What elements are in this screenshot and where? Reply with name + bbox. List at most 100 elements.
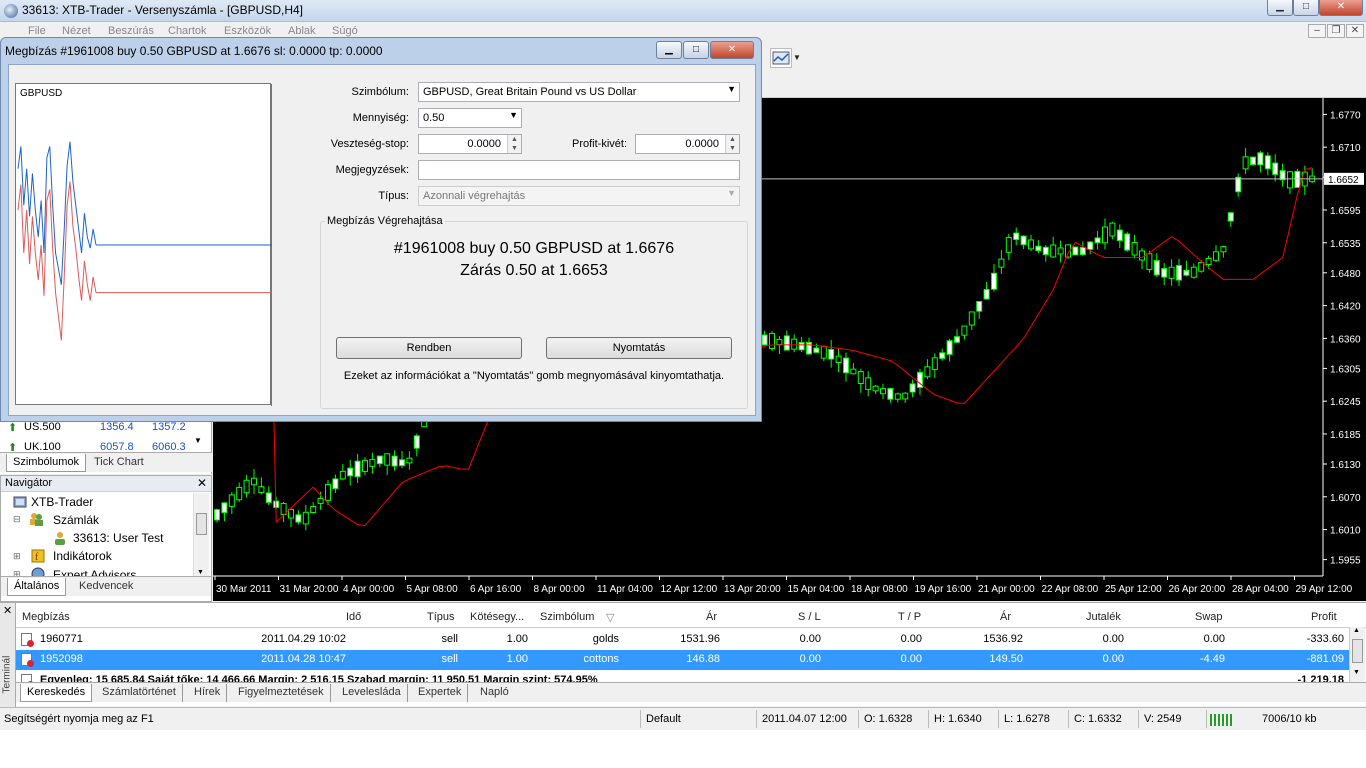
price-axis-label: 1.6245 (1330, 397, 1361, 408)
navigator-scrollbar[interactable]: ▼ (193, 493, 209, 583)
accounts-icon (30, 513, 43, 526)
bear-candle (880, 388, 886, 395)
menu-view[interactable]: Nézet (62, 25, 91, 37)
col-price[interactable]: Ár (706, 611, 717, 623)
dialog-close-button[interactable]: ✕ (710, 41, 754, 59)
bear-candle (850, 368, 857, 375)
bear-candle (1220, 246, 1227, 253)
symbol-select[interactable]: GBPUSD, Great Britain Pound vs US Dollar… (418, 82, 740, 102)
status-close: C: 1.6332 (1074, 713, 1122, 725)
col-symbol[interactable]: Szimbólum (540, 611, 594, 623)
mdi-close-button[interactable]: ✕ (1346, 24, 1364, 38)
tab-symbols[interactable]: Szimbólumok (6, 454, 87, 472)
close-icon[interactable]: ✕ (197, 476, 207, 490)
price-axis-label: 1.6595 (1330, 206, 1361, 217)
col-tp[interactable]: T / P (898, 611, 921, 623)
bull-candle (887, 388, 894, 400)
cell-type: sell (441, 653, 458, 665)
tab-account-history[interactable]: Számlatörténet (96, 684, 183, 702)
nav-item-account-user[interactable]: 33613: User Test (73, 531, 164, 545)
current-price-label: 1.6652 (1328, 175, 1359, 186)
bear-candle (791, 338, 798, 350)
print-button[interactable]: Nyomtatás (546, 337, 732, 359)
price-axis-label: 1.5955 (1330, 556, 1361, 567)
nav-item-accounts[interactable]: Számlák (53, 513, 99, 527)
time-axis-label: 21 Apr 00:00 (978, 584, 1035, 595)
table-row[interactable]: 1960771 2011.04.29 10:02 sell 1.00 golds… (16, 630, 1350, 650)
bull-candle (1272, 162, 1279, 175)
tab-favorites[interactable]: Kedvencek (73, 578, 139, 596)
tab-general[interactable]: Általános (7, 578, 67, 596)
time-axis-label: 5 Apr 08:00 (407, 584, 459, 595)
col-type[interactable]: Típus (427, 611, 455, 623)
price-axis-label: 1.6070 (1330, 493, 1361, 504)
maximize-button[interactable]: □ (1293, 0, 1319, 16)
col-swap[interactable]: Swap (1195, 611, 1223, 623)
nav-item-indicators[interactable]: Indikátorok (53, 549, 112, 563)
cell-commission: 0.00 (1102, 653, 1124, 665)
collapse-icon[interactable]: ⊟ (13, 514, 21, 525)
cell-swap: 0.00 (1203, 633, 1225, 645)
bull-candle (1235, 176, 1242, 193)
table-row[interactable]: 1952098 2011.04.28 10:47 sell 1.00 cotto… (16, 650, 1350, 670)
scroll-down-icon[interactable]: ▼ (194, 436, 202, 445)
col-time[interactable]: Idő (346, 611, 361, 623)
bull-candle (798, 342, 805, 351)
type-value: Azonnali végrehajtás (423, 190, 526, 202)
bull-candle (1013, 232, 1020, 241)
chart-template-icon[interactable] (770, 48, 792, 68)
menu-insert[interactable]: Beszúrás (108, 25, 154, 37)
col-profit[interactable]: Profit (1311, 611, 1337, 623)
tab-mailbox[interactable]: Levelesláda (336, 684, 408, 702)
tab-news[interactable]: Hírek (188, 684, 228, 702)
dialog-maximize-button[interactable]: □ (683, 41, 709, 59)
bull-candle (1072, 246, 1079, 256)
tab-trade[interactable]: Kereskedés (20, 684, 93, 702)
volume-label: Mennyiség: (352, 112, 409, 124)
tab-journal[interactable]: Napló (474, 684, 515, 702)
minimize-button[interactable]: ▁ (1267, 0, 1293, 16)
scroll-down-icon[interactable]: ▼ (197, 569, 204, 576)
menu-help[interactable]: Súgó (332, 25, 358, 37)
close-icon[interactable]: ✕ (3, 604, 12, 617)
mdi-restore-button[interactable]: ❐ (1327, 24, 1345, 38)
terminal-scrollbar[interactable]: ▲ ▼ (1349, 627, 1365, 683)
sell-order-icon (21, 633, 34, 647)
volume-combo[interactable]: 0.50 ▼ (418, 108, 522, 128)
col-current-price[interactable]: Ár (1000, 611, 1011, 623)
bear-candle (1287, 171, 1293, 189)
bear-candle (384, 453, 391, 466)
col-order[interactable]: Megbízás (22, 611, 70, 623)
bear-candle (924, 366, 931, 378)
stop-loss-input[interactable]: 0.0000 ▲ ▼ (418, 134, 522, 154)
comment-input[interactable] (418, 160, 740, 180)
tab-experts[interactable]: Expertek (412, 684, 469, 702)
indicators-icon: f (31, 549, 45, 563)
menu-window[interactable]: Ablak (288, 25, 316, 37)
tab-alerts[interactable]: Figyelmeztetések (232, 684, 331, 702)
nav-item-root[interactable]: XTB-Trader (31, 495, 93, 509)
dialog-minimize-button[interactable]: ▁ (656, 41, 682, 59)
col-sl[interactable]: S / L (798, 611, 821, 623)
bear-candle (961, 325, 968, 336)
bull-candle (1116, 229, 1123, 242)
stop-loss-spinner[interactable]: ▲ ▼ (507, 135, 521, 153)
tab-tick-chart[interactable]: Tick Chart (88, 454, 150, 472)
take-profit-input[interactable]: 0.0000 ▲ ▼ (635, 134, 740, 154)
status-profile: Default (646, 713, 681, 725)
menu-file[interactable]: File (28, 25, 46, 37)
col-size[interactable]: Kötésegy... (470, 611, 524, 623)
chart-template-dropdown-icon[interactable]: ▼ (793, 53, 801, 62)
menu-charts[interactable]: Chartok (168, 25, 207, 37)
close-button[interactable]: ✕ (1319, 0, 1363, 16)
ok-button[interactable]: Rendben (336, 337, 522, 359)
bear-candle (820, 345, 827, 359)
take-profit-spinner[interactable]: ▲ ▼ (725, 135, 739, 153)
stop-loss-value: 0.0000 (467, 138, 501, 150)
col-commission[interactable]: Jutalék (1086, 611, 1121, 623)
mdi-minimize-button[interactable]: – (1308, 24, 1326, 38)
bull-candle (1094, 237, 1101, 244)
menu-tools[interactable]: Eszközök (224, 25, 271, 37)
expand-icon[interactable]: ⊞ (13, 551, 21, 562)
bull-candle (1087, 241, 1094, 250)
